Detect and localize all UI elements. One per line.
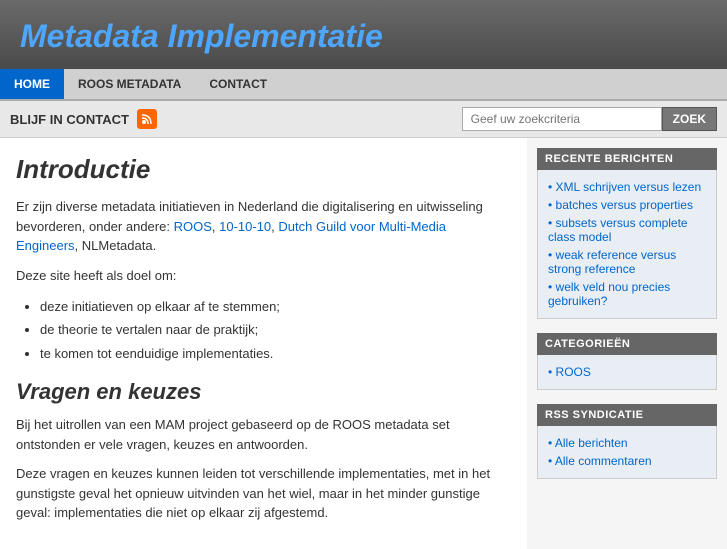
- section-paragraph-1: Bij het uitrollen van een MAM project ge…: [16, 415, 511, 454]
- sidebar: RECENTE BERICHTEN XML schrijven versus l…: [527, 138, 727, 549]
- recent-posts-body: XML schrijven versus lezen batches versu…: [537, 170, 717, 319]
- list-item: XML schrijven versus lezen: [548, 178, 706, 196]
- section-title: Vragen en keuzes: [16, 379, 511, 405]
- main-layout: Introductie Er zijn diverse metadata ini…: [0, 138, 727, 549]
- rss-body: Alle berichten Alle commentaren: [537, 426, 717, 479]
- intro-list: deze initiatieven op elkaar af te stemme…: [16, 295, 511, 365]
- list-item: deze initiatieven op elkaar af te stemme…: [40, 295, 511, 318]
- rss-link[interactable]: Alle commentaren: [555, 454, 652, 468]
- list-item: weak reference versus strong reference: [548, 246, 706, 278]
- categories-widget: CATEGORIEËN ROOS: [537, 333, 717, 390]
- nav-item-contact[interactable]: CONTACT: [195, 69, 281, 99]
- category-link[interactable]: ROOS: [556, 365, 591, 379]
- intro-title: Introductie: [16, 154, 511, 185]
- recent-posts-widget: RECENTE BERICHTEN XML schrijven versus l…: [537, 148, 717, 319]
- rss-icon[interactable]: [137, 109, 157, 129]
- search-button[interactable]: ZOEK: [662, 107, 717, 131]
- list-item: Alle commentaren: [548, 452, 706, 470]
- toolbar: BLIJF IN CONTACT ZOEK: [0, 101, 727, 138]
- list-item: de theorie te vertalen naar de praktijk;: [40, 318, 511, 341]
- list-item: subsets versus complete class model: [548, 214, 706, 246]
- recent-posts-header: RECENTE BERICHTEN: [537, 148, 717, 170]
- nav-item-roos-metadata[interactable]: ROOS METADATA: [64, 69, 195, 99]
- stay-in-contact-label: BLIJF IN CONTACT: [10, 112, 129, 127]
- link-roos[interactable]: ROOS: [174, 219, 212, 234]
- list-item: Alle berichten: [548, 434, 706, 452]
- recent-post-link[interactable]: weak reference versus strong reference: [548, 248, 676, 276]
- recent-post-link[interactable]: subsets versus complete class model: [548, 216, 688, 244]
- search-input[interactable]: [462, 107, 662, 131]
- nav-item-home[interactable]: HOME: [0, 69, 64, 99]
- list-item: welk veld nou precies gebruiken?: [548, 278, 706, 310]
- site-header: Metadata Implementatie: [0, 0, 727, 69]
- recent-posts-list: XML schrijven versus lezen batches versu…: [548, 178, 706, 310]
- toolbar-left: BLIJF IN CONTACT: [10, 109, 157, 129]
- categories-header: CATEGORIEËN: [537, 333, 717, 355]
- list-item: ROOS: [548, 363, 706, 381]
- rss-list: Alle berichten Alle commentaren: [548, 434, 706, 470]
- categories-body: ROOS: [537, 355, 717, 390]
- site-title: Metadata Implementatie: [20, 18, 383, 54]
- rss-link[interactable]: Alle berichten: [555, 436, 628, 450]
- recent-post-link[interactable]: XML schrijven versus lezen: [556, 180, 702, 194]
- link-10-10-10[interactable]: 10-10-10: [219, 219, 271, 234]
- content-area: Introductie Er zijn diverse metadata ini…: [0, 138, 527, 549]
- categories-list: ROOS: [548, 363, 706, 381]
- recent-post-link[interactable]: batches versus properties: [556, 198, 693, 212]
- section-paragraph-2: Deze vragen en keuzes kunnen leiden tot …: [16, 464, 511, 523]
- list-item: te komen tot eenduidige implementaties.: [40, 342, 511, 365]
- nav-bar: HOME ROOS METADATA CONTACT: [0, 69, 727, 101]
- recent-post-link[interactable]: welk veld nou precies gebruiken?: [548, 280, 670, 308]
- toolbar-right: ZOEK: [462, 107, 717, 131]
- list-item: batches versus properties: [548, 196, 706, 214]
- rss-widget: RSS SYNDICATIE Alle berichten Alle comme…: [537, 404, 717, 479]
- intro-paragraph-2: Deze site heeft als doel om:: [16, 266, 511, 286]
- intro-paragraph-1: Er zijn diverse metadata initiatieven in…: [16, 197, 511, 256]
- rss-header: RSS SYNDICATIE: [537, 404, 717, 426]
